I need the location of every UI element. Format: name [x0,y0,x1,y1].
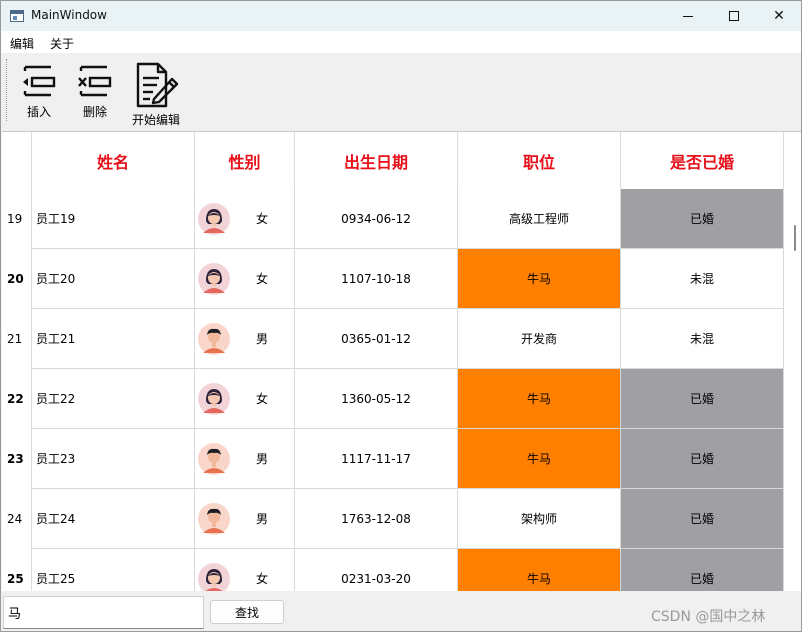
cell-married[interactable]: 已婚 [621,369,784,429]
insert-row-icon [23,65,56,97]
delete-label: 删除 [82,105,107,119]
watermark: CSDN @国中之林 [651,609,766,625]
title-bar[interactable]: MainWindow ✕ [1,1,801,31]
cell-gender[interactable]: 男 [195,489,295,549]
gender-text: 女 [255,272,268,286]
vertical-scrollbar[interactable] [791,132,801,591]
find-button[interactable]: 查找 [210,600,284,624]
cell-gender[interactable]: 男 [195,309,295,369]
app-window-icon [10,10,24,22]
toolbar: 插入 删除 开始编辑 [1,53,801,131]
female-avatar-icon [198,262,230,295]
cell-position[interactable]: 高级工程师 [458,189,621,249]
scrollbar-thumb[interactable] [794,225,796,251]
row-number[interactable]: 25 [2,549,32,591]
start-edit-button[interactable]: 开始编辑 [129,61,183,128]
insert-label: 插入 [26,105,51,119]
female-avatar-icon [198,562,230,591]
cell-position[interactable]: 牛马 [458,429,621,489]
edit-document-icon [136,62,179,108]
cell-position[interactable]: 开发商 [458,309,621,369]
delete-button[interactable]: 删除 [75,61,115,120]
cell-name[interactable]: 员工24 [32,489,195,549]
cell-married[interactable]: 已婚 [621,189,784,249]
column-header-gender[interactable]: 性别 [195,132,295,189]
cell-gender[interactable]: 女 [195,249,295,309]
cell-birth-date[interactable]: 0934-06-12 [295,189,458,249]
cell-name[interactable]: 员工19 [32,189,195,249]
cell-gender[interactable]: 女 [195,549,295,591]
table-corner[interactable] [2,132,32,189]
menu-about[interactable]: 关于 [50,35,74,52]
cell-gender[interactable]: 女 [195,189,295,249]
gender-text: 女 [255,572,268,586]
maximize-button[interactable] [711,1,757,31]
cell-name[interactable]: 员工20 [32,249,195,309]
search-input[interactable] [3,596,204,629]
close-button[interactable]: ✕ [756,1,802,31]
cell-position[interactable]: 牛马 [458,249,621,309]
cell-position[interactable]: 架构师 [458,489,621,549]
cell-birth-date[interactable]: 0365-01-12 [295,309,458,369]
maximize-icon [729,11,739,21]
start-edit-label: 开始编辑 [131,113,180,127]
cell-name[interactable]: 员工25 [32,549,195,591]
minimize-button[interactable] [665,1,711,31]
cell-married[interactable]: 已婚 [621,549,784,591]
close-icon: ✕ [773,8,785,24]
menu-bar: 编辑 关于 [1,31,801,53]
row-number[interactable]: 20 [2,249,32,309]
female-avatar-icon [198,382,230,415]
male-avatar-icon [198,442,230,475]
cell-gender[interactable]: 男 [195,429,295,489]
female-avatar-icon [198,202,230,235]
column-header-position[interactable]: 职位 [458,132,621,189]
delete-row-icon [78,65,112,97]
row-number[interactable]: 21 [2,309,32,369]
cell-married[interactable]: 未混 [621,309,784,369]
column-header-name[interactable]: 姓名 [32,132,195,189]
row-header: 19 20 21 22 23 24 25 [2,132,32,591]
search-bar: 查找 CSDN @国中之林 [1,591,801,631]
gender-text: 男 [255,512,268,526]
gender-text: 女 [255,212,268,226]
cell-birth-date[interactable]: 1107-10-18 [295,249,458,309]
cell-name[interactable]: 员工23 [32,429,195,489]
cell-birth-date[interactable]: 1360-05-12 [295,369,458,429]
cell-birth-date[interactable]: 1763-12-08 [295,489,458,549]
toolbar-drag-handle[interactable] [6,59,8,121]
cell-married[interactable]: 已婚 [621,489,784,549]
male-avatar-icon [198,322,230,355]
column-header-married[interactable]: 是否已婚 [621,132,784,189]
row-number[interactable]: 19 [2,189,32,249]
cell-position[interactable]: 牛马 [458,549,621,591]
gender-text: 男 [255,452,268,466]
employee-table[interactable]: 19 20 21 22 23 24 25 姓名 性别 出生日期 职位 是否已婚 员工19 女 0… [2,131,801,591]
main-window: MainWindow ✕ 编辑 关于 插入 删除 开始编辑 19 20 21 2… [0,0,802,632]
cell-position[interactable]: 牛马 [458,369,621,429]
cell-name[interactable]: 员工21 [32,309,195,369]
gender-text: 男 [255,332,268,346]
insert-button[interactable]: 插入 [19,61,59,120]
menu-edit[interactable]: 编辑 [10,35,34,52]
cell-birth-date[interactable]: 1117-11-17 [295,429,458,489]
gender-text: 女 [255,392,268,406]
cell-gender[interactable]: 女 [195,369,295,429]
row-number[interactable]: 22 [2,369,32,429]
cell-married[interactable]: 已婚 [621,429,784,489]
male-avatar-icon [198,502,230,535]
row-number[interactable]: 23 [2,429,32,489]
cell-name[interactable]: 员工22 [32,369,195,429]
row-number[interactable]: 24 [2,489,32,549]
cell-birth-date[interactable]: 0231-03-20 [295,549,458,591]
minimize-icon [683,15,693,17]
window-title: MainWindow [31,8,107,22]
column-header-birth-date[interactable]: 出生日期 [295,132,458,189]
cell-married[interactable]: 未混 [621,249,784,309]
